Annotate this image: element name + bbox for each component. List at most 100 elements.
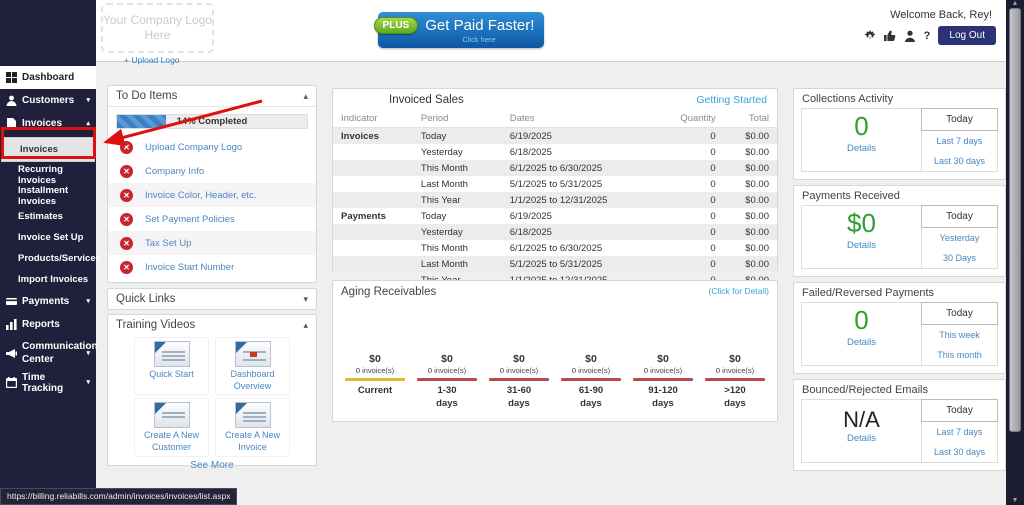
video-create-new-customer[interactable]: Create A New Customer xyxy=(134,398,209,456)
todo-panel-title: To Do Items xyxy=(116,90,177,102)
sidebar-subitem-import-invoices[interactable]: Import Invoices xyxy=(0,269,96,290)
company-logo-placeholder[interactable]: Your Company Logo Here xyxy=(101,3,214,53)
upload-logo-link[interactable]: + Upload Logo xyxy=(124,55,180,65)
tab-today[interactable]: Today xyxy=(921,399,998,422)
todo-progress-bar: 14% Completed xyxy=(116,114,308,129)
get-paid-faster-banner[interactable]: PLUS Get Paid Faster! Click here xyxy=(378,12,544,48)
scrollbar-thumb[interactable] xyxy=(1009,8,1021,432)
vertical-scrollbar[interactable]: ▲ ▼ xyxy=(1006,0,1024,505)
dashboard-icon xyxy=(6,72,17,83)
invoiced-sales-title: Invoiced Sales xyxy=(389,94,464,106)
click-for-detail-link[interactable]: (Click for Detail) xyxy=(709,286,769,296)
tab-today[interactable]: Today xyxy=(921,302,998,325)
sidebar-item-label: Customers xyxy=(22,95,74,106)
aging-bucket-91-120[interactable]: $0 0 invoice(s) 91-120days xyxy=(627,353,699,411)
reports-icon xyxy=(6,319,17,330)
sidebar-item-dashboard[interactable]: Dashboard xyxy=(0,66,96,89)
details-link[interactable]: Details xyxy=(802,337,921,348)
tab-last-30-days[interactable]: Last 30 days xyxy=(922,151,997,171)
sidebar-subitem-invoice-set-up[interactable]: Invoice Set Up xyxy=(0,227,96,248)
sidebar-item-label: Dashboard xyxy=(22,72,74,83)
sidebar-item-communication-center[interactable]: Communication Center ▾ xyxy=(0,336,96,371)
training-videos-title: Training Videos xyxy=(116,319,195,331)
details-link[interactable]: Details xyxy=(802,143,921,154)
sidebar-item-payments[interactable]: Payments ▾ xyxy=(0,290,96,313)
sidebar-item-label: Invoices xyxy=(22,118,62,129)
sidebar-item-reports[interactable]: Reports xyxy=(0,313,96,336)
sidebar-subitem-invoices[interactable]: Invoices xyxy=(1,137,95,162)
invoiced-sales-panel: Invoiced Sales Getting Started Indicator… xyxy=(332,88,778,272)
gear-icon[interactable] xyxy=(864,30,876,42)
sidebar-item-time-tracking[interactable]: Time Tracking ▾ xyxy=(0,371,96,394)
todo-item[interactable]: ✕ Company Info xyxy=(108,159,316,183)
plus-badge: PLUS xyxy=(374,17,419,34)
tab-30-days[interactable]: 30 Days xyxy=(922,248,997,268)
details-link[interactable]: Details xyxy=(802,433,921,444)
sidebar-item-invoices[interactable]: Invoices ▴ xyxy=(0,112,96,135)
todo-list: ✕ Upload Company Logo ✕ Company Info ✕ I… xyxy=(108,135,316,279)
scroll-down-icon[interactable]: ▼ xyxy=(1006,497,1024,504)
user-icon[interactable] xyxy=(904,30,916,42)
column-header: Quantity xyxy=(670,110,723,128)
video-quick-start[interactable]: Quick Start xyxy=(134,337,209,395)
aging-bucket-61-90[interactable]: $0 0 invoice(s) 61-90days xyxy=(555,353,627,411)
chevron-down-icon: ▾ xyxy=(86,350,90,357)
sidebar-subitem-products-services[interactable]: Products/Services xyxy=(0,248,96,269)
tab-last-7-days[interactable]: Last 7 days xyxy=(922,131,997,151)
invoices-icon xyxy=(6,118,17,129)
sidebar-item-customers[interactable]: Customers ▾ xyxy=(0,89,96,112)
bucket-bar xyxy=(417,378,477,381)
incomplete-x-icon: ✕ xyxy=(120,237,133,250)
tab-this-month[interactable]: This month xyxy=(922,345,997,365)
table-row: This Month 6/1/2025 to 6/30/2025 0 $0.00 xyxy=(333,240,777,256)
aging-bucket-1-30[interactable]: $0 0 invoice(s) 1-30days xyxy=(411,353,483,411)
tab-this-week[interactable]: This week xyxy=(922,325,997,345)
table-row: Payments Today 6/19/2025 0 $0.00 xyxy=(333,208,777,224)
training-videos-grid: Quick Start Dashboard Overview Create A … xyxy=(108,335,316,457)
scroll-up-icon[interactable]: ▲ xyxy=(1006,0,1024,7)
collapse-chevron-icon[interactable]: ▴ xyxy=(303,320,308,331)
todo-item[interactable]: ✕ Invoice Color, Header, etc. xyxy=(108,183,316,207)
todo-item[interactable]: ✕ Invoice Start Number xyxy=(108,255,316,279)
sidebar-item-label: Time Tracking xyxy=(22,372,81,394)
table-row: Yesterday 6/18/2025 0 $0.00 xyxy=(333,224,777,240)
aging-bucket-over-120[interactable]: $0 0 invoice(s) >120days xyxy=(699,353,771,411)
tab-today[interactable]: Today xyxy=(921,205,998,228)
status-bar-url: https://billing.reliabills.com/admin/inv… xyxy=(0,488,237,505)
log-out-button[interactable]: Log Out xyxy=(938,26,996,45)
incomplete-x-icon: ✕ xyxy=(120,141,133,154)
sidebar-subitem-estimates[interactable]: Estimates xyxy=(0,206,96,227)
video-dashboard-overview[interactable]: Dashboard Overview xyxy=(215,337,290,395)
getting-started-link[interactable]: Getting Started xyxy=(696,94,767,106)
table-row: Last Month 5/1/2025 to 5/31/2025 0 $0.00 xyxy=(333,176,777,192)
todo-item[interactable]: ✕ Tax Set Up xyxy=(108,231,316,255)
chevron-up-icon: ▴ xyxy=(86,120,90,127)
aging-bucket-31-60[interactable]: $0 0 invoice(s) 31-60days xyxy=(483,353,555,411)
todo-item[interactable]: ✕ Set Payment Policies xyxy=(108,207,316,231)
details-link[interactable]: Details xyxy=(802,240,921,251)
tab-last-30-days[interactable]: Last 30 days xyxy=(922,442,997,462)
see-more-link[interactable]: See More xyxy=(108,460,316,471)
stat-value: $0 xyxy=(802,209,921,239)
aging-bucket-current[interactable]: $0 0 invoice(s) Current xyxy=(339,353,411,411)
collapse-chevron-icon[interactable]: ▴ xyxy=(303,91,308,102)
panel-title: Bounced/Rejected Emails xyxy=(794,380,1005,399)
stat-value: N/A xyxy=(802,403,921,432)
tab-today[interactable]: Today xyxy=(921,108,998,131)
todo-progress-label: 14% Completed xyxy=(117,116,307,127)
tab-yesterday[interactable]: Yesterday xyxy=(922,228,997,248)
sidebar-subitem-installment-invoices[interactable]: Installment Invoices xyxy=(0,185,96,206)
collections-activity-panel: Collections Activity 0 Details Today Las… xyxy=(793,88,1006,180)
todo-item[interactable]: ✕ Upload Company Logo xyxy=(108,135,316,159)
bucket-bar xyxy=(705,378,765,381)
video-create-new-invoice[interactable]: Create A New Invoice xyxy=(215,398,290,456)
help-icon[interactable]: ? xyxy=(924,30,931,42)
payments-icon xyxy=(6,296,17,307)
expand-chevron-icon[interactable]: ▾ xyxy=(303,294,308,305)
banner-click-here[interactable]: Click here xyxy=(462,35,495,44)
chevron-down-icon: ▾ xyxy=(86,379,90,386)
tab-last-7-days[interactable]: Last 7 days xyxy=(922,422,997,442)
sidebar-subitem-recurring-invoices[interactable]: Recurring Invoices xyxy=(0,164,96,185)
table-row: This Year 1/1/2025 to 12/31/2025 0 $0.00 xyxy=(333,192,777,208)
thumbs-up-icon[interactable] xyxy=(884,30,896,42)
